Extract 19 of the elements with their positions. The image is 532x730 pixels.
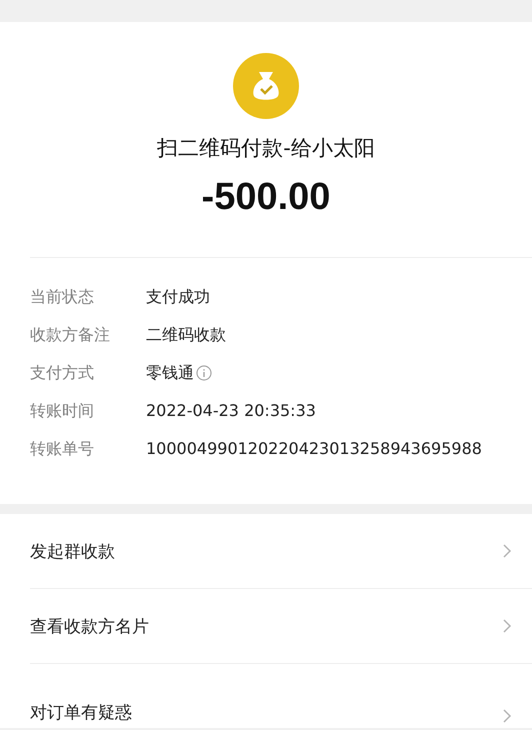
- chevron-right-icon: [502, 543, 512, 559]
- detail-value: 支付成功: [146, 286, 210, 308]
- detail-value: 2022-04-23 20:35:33: [146, 400, 316, 422]
- detail-label: 当前状态: [30, 286, 95, 308]
- detail-label: 转账单号: [30, 438, 95, 460]
- payment-amount: -500.00: [202, 176, 330, 219]
- money-bag-icon: [232, 52, 300, 120]
- payment-title: 扫二维码付款-给小太阳: [157, 135, 375, 162]
- menu-item[interactable]: 查看收款方名片: [30, 589, 532, 664]
- detail-label: 转账时间: [30, 400, 95, 422]
- detail-value: 零钱通: [146, 362, 194, 384]
- menu-item[interactable]: 对订单有疑惑: [30, 664, 532, 728]
- detail-label: 支付方式: [30, 362, 95, 384]
- detail-value: 二维码收款: [146, 324, 226, 346]
- chevron-right-icon: [502, 618, 512, 634]
- menu-item[interactable]: 发起群收款: [30, 514, 532, 589]
- detail-label: 收款方备注: [30, 324, 111, 346]
- info-icon[interactable]: [196, 365, 212, 381]
- detail-value: 100004990120220423013258943695988: [146, 438, 482, 460]
